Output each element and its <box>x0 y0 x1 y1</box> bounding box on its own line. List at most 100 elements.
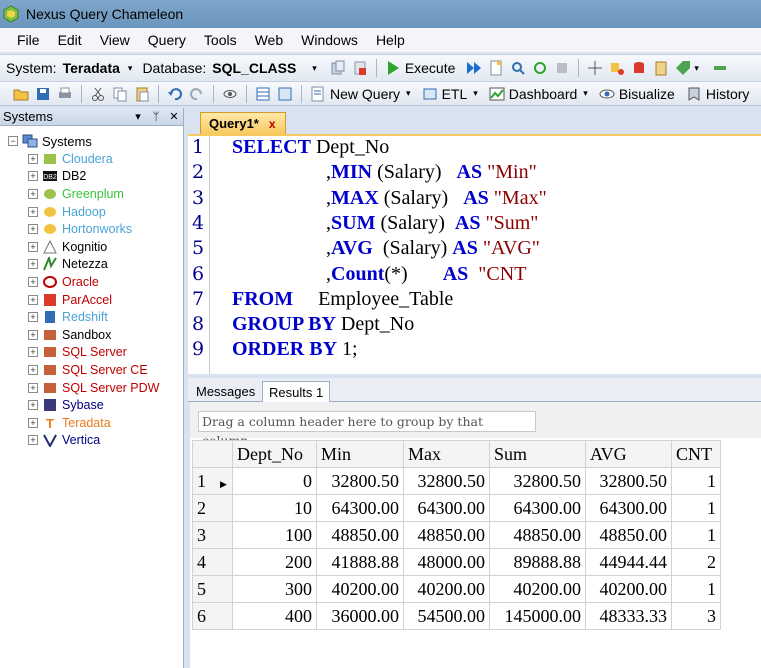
table-cell[interactable]: 0 <box>232 467 317 495</box>
tree-item-sandbox[interactable]: + Sandbox <box>0 326 183 344</box>
collapse-icon[interactable]: − <box>8 136 18 146</box>
table-row[interactable]: 6 400 36000.00 54500.00 145000.00 48333.33 3 <box>192 602 721 630</box>
tree-item-hadoop[interactable]: + Hadoop <box>0 203 183 221</box>
table-cell[interactable]: 1 <box>671 521 721 549</box>
tree-item-sql-server-ce[interactable]: + SQL Server CE <box>0 361 183 379</box>
table-row[interactable]: 2 10 64300.00 64300.00 64300.00 64300.00 1 <box>192 494 721 522</box>
database-select[interactable]: SQL_CLASS <box>212 60 296 76</box>
new-query-button[interactable]: New Query ▾ <box>307 86 411 102</box>
expand-icon[interactable]: + <box>28 329 38 340</box>
new-document-icon[interactable] <box>488 60 504 76</box>
table-cell[interactable]: 48850.00 <box>489 521 586 549</box>
table-cell[interactable]: 40200.00 <box>585 575 672 603</box>
close-icon[interactable]: ✕ <box>165 110 183 123</box>
column-header[interactable]: CNT <box>671 440 721 468</box>
expand-icon[interactable]: + <box>28 364 38 375</box>
view-icon[interactable] <box>222 86 238 102</box>
table-cell[interactable]: 64300.00 <box>316 494 404 522</box>
etl-dropdown-icon[interactable]: ▾ <box>473 88 478 99</box>
tree-item-db2[interactable]: + DB2 DB2 <box>0 168 183 186</box>
table-cell[interactable]: 300 <box>232 575 317 603</box>
dashboard-button[interactable]: Dashboard ▾ <box>486 86 588 102</box>
tag-icon[interactable] <box>675 60 691 76</box>
table-cell[interactable]: 41888.88 <box>316 548 404 576</box>
table-row[interactable]: 4 200 41888.88 48000.00 89888.88 44944.44 2 <box>192 548 721 576</box>
bisualize-button[interactable]: Bisualize <box>596 86 675 102</box>
close-tab-icon[interactable]: x <box>269 117 276 131</box>
tree-item-greenplum[interactable]: + Greenplum <box>0 185 183 203</box>
menu-help[interactable]: Help <box>367 32 414 48</box>
expand-icon[interactable]: + <box>28 206 38 217</box>
tree-item-hortonworks[interactable]: + Hortonworks <box>0 220 183 238</box>
sql-editor[interactable]: 1 2 3 4 5 6 7 8 9 SELECT Dept_No ,MIN (S… <box>188 134 761 374</box>
expand-icon[interactable]: + <box>28 347 38 358</box>
grid-icon[interactable] <box>255 86 271 102</box>
menu-web[interactable]: Web <box>246 32 293 48</box>
column-header[interactable]: Dept_No <box>232 440 317 468</box>
table-cell[interactable]: 100 <box>232 521 317 549</box>
row-header[interactable]: 6 <box>192 602 233 630</box>
tree-item-sql-server-pdw[interactable]: + SQL Server PDW <box>0 379 183 397</box>
cut-icon[interactable] <box>90 86 106 102</box>
panel-dropdown-icon[interactable]: ▾ <box>129 110 147 123</box>
etl-button[interactable]: ETL ▾ <box>419 86 478 102</box>
expand-icon[interactable]: + <box>28 382 38 393</box>
table-cell[interactable]: 89888.88 <box>489 548 586 576</box>
tag-dropdown-icon[interactable]: ▾ <box>694 63 699 74</box>
tools-icon[interactable] <box>712 60 728 76</box>
execute-button[interactable]: Execute <box>382 60 455 76</box>
menu-windows[interactable]: Windows <box>292 32 367 48</box>
copy-icon[interactable] <box>112 86 128 102</box>
stop-icon[interactable] <box>554 60 570 76</box>
system-select[interactable]: Teradata <box>63 60 120 76</box>
table-cell[interactable]: 32800.50 <box>403 467 490 495</box>
table-cell[interactable]: 32800.50 <box>316 467 404 495</box>
tree-item-oracle[interactable]: + Oracle <box>0 273 183 291</box>
expand-icon[interactable]: + <box>28 259 38 270</box>
paint-icon[interactable] <box>609 60 625 76</box>
table-cell[interactable]: 200 <box>232 548 317 576</box>
table-cell[interactable]: 48850.00 <box>585 521 672 549</box>
expand-icon[interactable]: + <box>28 241 38 252</box>
tree-item-cloudera[interactable]: + Cloudera <box>0 150 183 168</box>
table-cell[interactable]: 44944.44 <box>585 548 672 576</box>
save-icon[interactable] <box>35 86 51 102</box>
table-cell[interactable]: 2 <box>671 548 721 576</box>
tree-item-netezza[interactable]: + Netezza <box>0 256 183 274</box>
table-cell[interactable]: 48850.00 <box>316 521 404 549</box>
table-row[interactable]: 5 300 40200.00 40200.00 40200.00 40200.00 1 <box>192 575 721 603</box>
row-header[interactable]: 2 <box>192 494 233 522</box>
table-cell[interactable]: 54500.00 <box>403 602 490 630</box>
row-header[interactable]: 3 <box>192 521 233 549</box>
table-cell[interactable]: 64300.00 <box>403 494 490 522</box>
table-cell[interactable]: 40200.00 <box>489 575 586 603</box>
tree-item-sybase[interactable]: + Sybase <box>0 396 183 414</box>
row-header[interactable]: 1 ▶ <box>192 467 233 495</box>
find-icon[interactable] <box>510 60 526 76</box>
system-dropdown-icon[interactable]: ▾ <box>128 63 133 74</box>
table-icon[interactable] <box>277 86 293 102</box>
menu-file[interactable]: File <box>8 32 49 48</box>
column-header[interactable]: Max <box>403 440 490 468</box>
row-header[interactable]: 5 <box>192 575 233 603</box>
print-icon[interactable] <box>57 86 73 102</box>
tab-messages[interactable]: Messages <box>190 381 261 402</box>
database-red-icon[interactable] <box>631 60 647 76</box>
tree-item-kognitio[interactable]: + Kognitio <box>0 238 183 256</box>
tree-root-systems[interactable]: − Systems <box>0 132 183 150</box>
group-by-area[interactable]: Drag a column header here to group by th… <box>190 402 761 448</box>
dashboard-dropdown-icon[interactable]: ▾ <box>583 88 588 99</box>
expand-icon[interactable]: + <box>28 435 38 446</box>
menu-tools[interactable]: Tools <box>195 32 246 48</box>
expand-icon[interactable]: + <box>28 312 38 323</box>
table-cell[interactable]: 48850.00 <box>403 521 490 549</box>
menu-query[interactable]: Query <box>139 32 195 48</box>
paste-icon[interactable] <box>134 86 150 102</box>
table-cell[interactable]: 1 <box>671 575 721 603</box>
pin-icon[interactable]: ᛘ <box>147 111 165 123</box>
tree-item-vertica[interactable]: + Vertica <box>0 432 183 450</box>
table-cell[interactable]: 145000.00 <box>489 602 586 630</box>
table-cell[interactable]: 48000.00 <box>403 548 490 576</box>
column-header[interactable]: Sum <box>489 440 586 468</box>
table-cell[interactable]: 40200.00 <box>316 575 404 603</box>
